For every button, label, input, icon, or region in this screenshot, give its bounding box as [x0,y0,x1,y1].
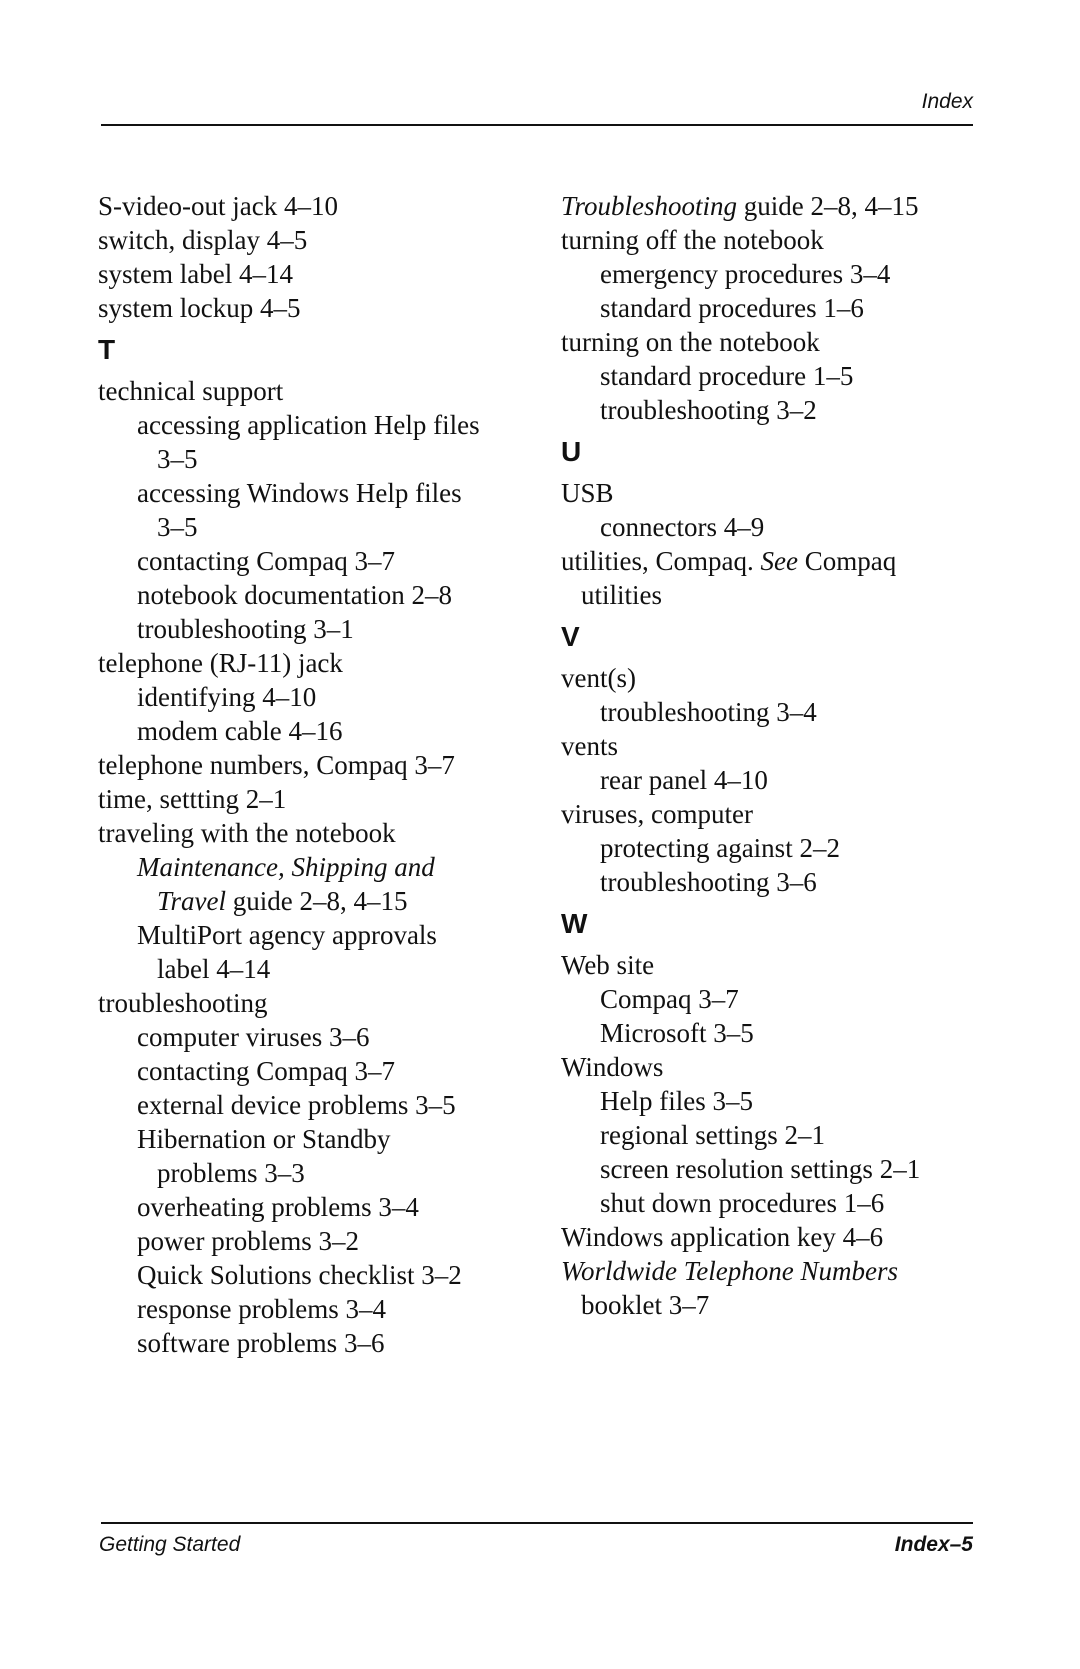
index-subentry: standard procedure 1–5 [600,361,854,391]
index-entry: Windows [561,1052,664,1082]
index-subentry: overheating problems 3–4 [137,1192,419,1222]
footer-book-title: Getting Started [99,1533,241,1556]
index-entry: turning on the notebook [561,327,820,357]
index-entry-continuation: booklet 3–7 [581,1290,710,1320]
index-entry: S-video-out jack 4–10 [98,191,338,221]
index-entry: Worldwide Telephone Numbers [561,1255,898,1287]
index-section-letter: V [561,621,580,652]
index-entry: time, settting 2–1 [98,784,287,814]
index-entry: Windows application key 4–6 [561,1222,884,1252]
footer-page-number: Index–5 [894,1533,973,1556]
index-subentry: Travel guide 2–8, 4–15 [157,885,408,917]
index-subentry: modem cable 4–16 [137,716,343,746]
index-subentry: computer viruses 3–6 [137,1022,370,1052]
index-entry-text: guide 2–8, 4–15 [737,191,919,221]
index-subentry: external device problems 3–5 [137,1090,456,1120]
index-subentry: 3–5 [157,512,198,542]
index-subentry: 3–5 [157,444,198,474]
index-entry-text: Compaq [797,546,897,576]
index-entry: turning off the notebook [561,225,824,255]
index-entry: USB [561,478,614,508]
index-subentry: troubleshooting 3–6 [600,867,817,897]
index-entry: telephone (RJ-11) jack [98,648,343,678]
index-entry: viruses, computer [561,799,753,829]
index-subentry: emergency procedures 3–4 [600,259,891,289]
index-entry: utilities, Compaq. See Compaq [561,545,896,577]
index-entry-continuation: utilities [581,580,662,610]
index-subentry: troubleshooting 3–4 [600,697,817,727]
index-subentry: screen resolution settings 2–1 [600,1154,921,1184]
index-subentry: Microsoft 3–5 [600,1018,754,1048]
index-subentry: identifying 4–10 [137,682,317,712]
index-subentry: contacting Compaq 3–7 [137,546,395,576]
index-section-letter: U [561,436,582,467]
index-entry: telephone numbers, Compaq 3–7 [98,750,455,780]
index-entry-text: guide 2–8, 4–15 [226,886,408,916]
index-section-letter: T [98,334,116,365]
index-entry: technical support [98,376,284,406]
index-subentry: response problems 3–4 [137,1294,386,1324]
index-subentry: power problems 3–2 [137,1226,359,1256]
index-entry-title-italic: Troubleshooting [561,191,738,221]
index-entry: traveling with the notebook [98,818,396,848]
index-subentry: accessing application Help files [137,410,480,440]
index-subentry: notebook documentation 2–8 [137,580,452,610]
index-subentry: Help files 3–5 [600,1086,753,1116]
index-entry: vents [561,731,618,761]
index-entry: system label 4–14 [98,259,293,289]
index-entry: switch, display 4–5 [98,225,308,255]
index-entry: troubleshooting [98,988,268,1018]
index-subentry: contacting Compaq 3–7 [137,1056,395,1086]
index-entry-text: utilities, Compaq. [561,546,761,576]
index-subentry: label 4–14 [157,954,271,984]
footer-rule [101,1522,973,1524]
index-entry-title-italic: Worldwide Telephone Numbers [561,1256,899,1286]
index-entry: Troubleshooting guide 2–8, 4–15 [561,190,919,222]
index-subentry: connectors 4–9 [600,512,765,542]
index-subentry: Compaq 3–7 [600,984,739,1014]
header-rule [101,124,973,126]
index-subentry: Maintenance, Shipping and [137,851,435,883]
index-subentry: problems 3–3 [157,1158,305,1188]
index-subentry: software problems 3–6 [137,1328,385,1358]
index-entry-title-italic: Travel [157,886,227,916]
index-subentry: Quick Solutions checklist 3–2 [137,1260,462,1290]
index-subentry: standard procedures 1–6 [600,293,864,323]
running-header-title: Index [921,90,973,113]
index-subentry: MultiPort agency approvals [137,920,437,950]
index-subentry: protecting against 2–2 [600,833,840,863]
index-entry: vent(s) [561,663,636,693]
index-subentry: troubleshooting 3–2 [600,395,817,425]
index-subentry: rear panel 4–10 [600,765,768,795]
index-subentry: troubleshooting 3–1 [137,614,354,644]
see-reference-italic: See [760,546,798,576]
index-section-letter: W [561,908,588,939]
index-subentry: accessing Windows Help files [137,478,462,508]
index-entry: system lockup 4–5 [98,293,301,323]
index-entry-title-italic: Maintenance, Shipping and [137,852,435,882]
index-entry: Web site [561,950,655,980]
index-subentry: Hibernation or Standby [137,1124,391,1154]
index-subentry: regional settings 2–1 [600,1120,825,1150]
index-subentry: shut down procedures 1–6 [600,1188,885,1218]
